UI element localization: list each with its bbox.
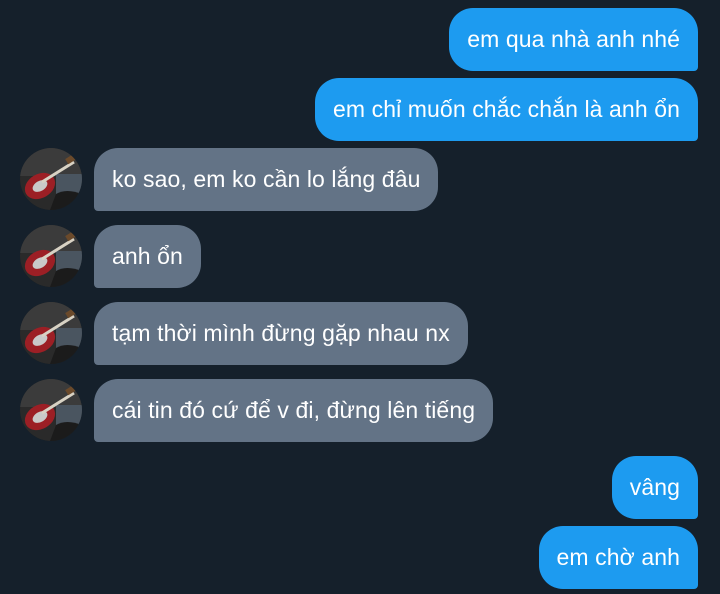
avatar-guitar-photo-icon xyxy=(20,225,82,287)
sent-message-bubble[interactable]: em chỉ muốn chắc chắn là anh ổn xyxy=(314,78,698,141)
sent-message-bubble[interactable]: vâng xyxy=(611,456,698,519)
contact-avatar[interactable] xyxy=(20,379,82,441)
contact-avatar[interactable] xyxy=(20,225,82,287)
chat-thread: em qua nhà anh nhé em chỉ muốn chắc chắn… xyxy=(0,0,720,594)
contact-avatar[interactable] xyxy=(20,148,82,210)
sent-message-bubble[interactable]: em chờ anh xyxy=(538,526,698,589)
received-message-bubble[interactable]: tạm thời mình đừng gặp nhau nx xyxy=(94,302,468,365)
received-message-bubble[interactable]: cái tin đó cứ để v đi, đừng lên tiếng xyxy=(94,379,494,442)
sent-message-bubble[interactable]: em qua nhà anh nhé xyxy=(449,8,698,71)
avatar-guitar-photo-icon xyxy=(20,379,82,441)
contact-avatar[interactable] xyxy=(20,302,82,364)
avatar-guitar-photo-icon xyxy=(20,302,82,364)
received-message-bubble[interactable]: ko sao, em ko cần lo lắng đâu xyxy=(94,148,439,211)
avatar-guitar-photo-icon xyxy=(20,148,82,210)
received-message-bubble[interactable]: anh ổn xyxy=(94,225,201,288)
